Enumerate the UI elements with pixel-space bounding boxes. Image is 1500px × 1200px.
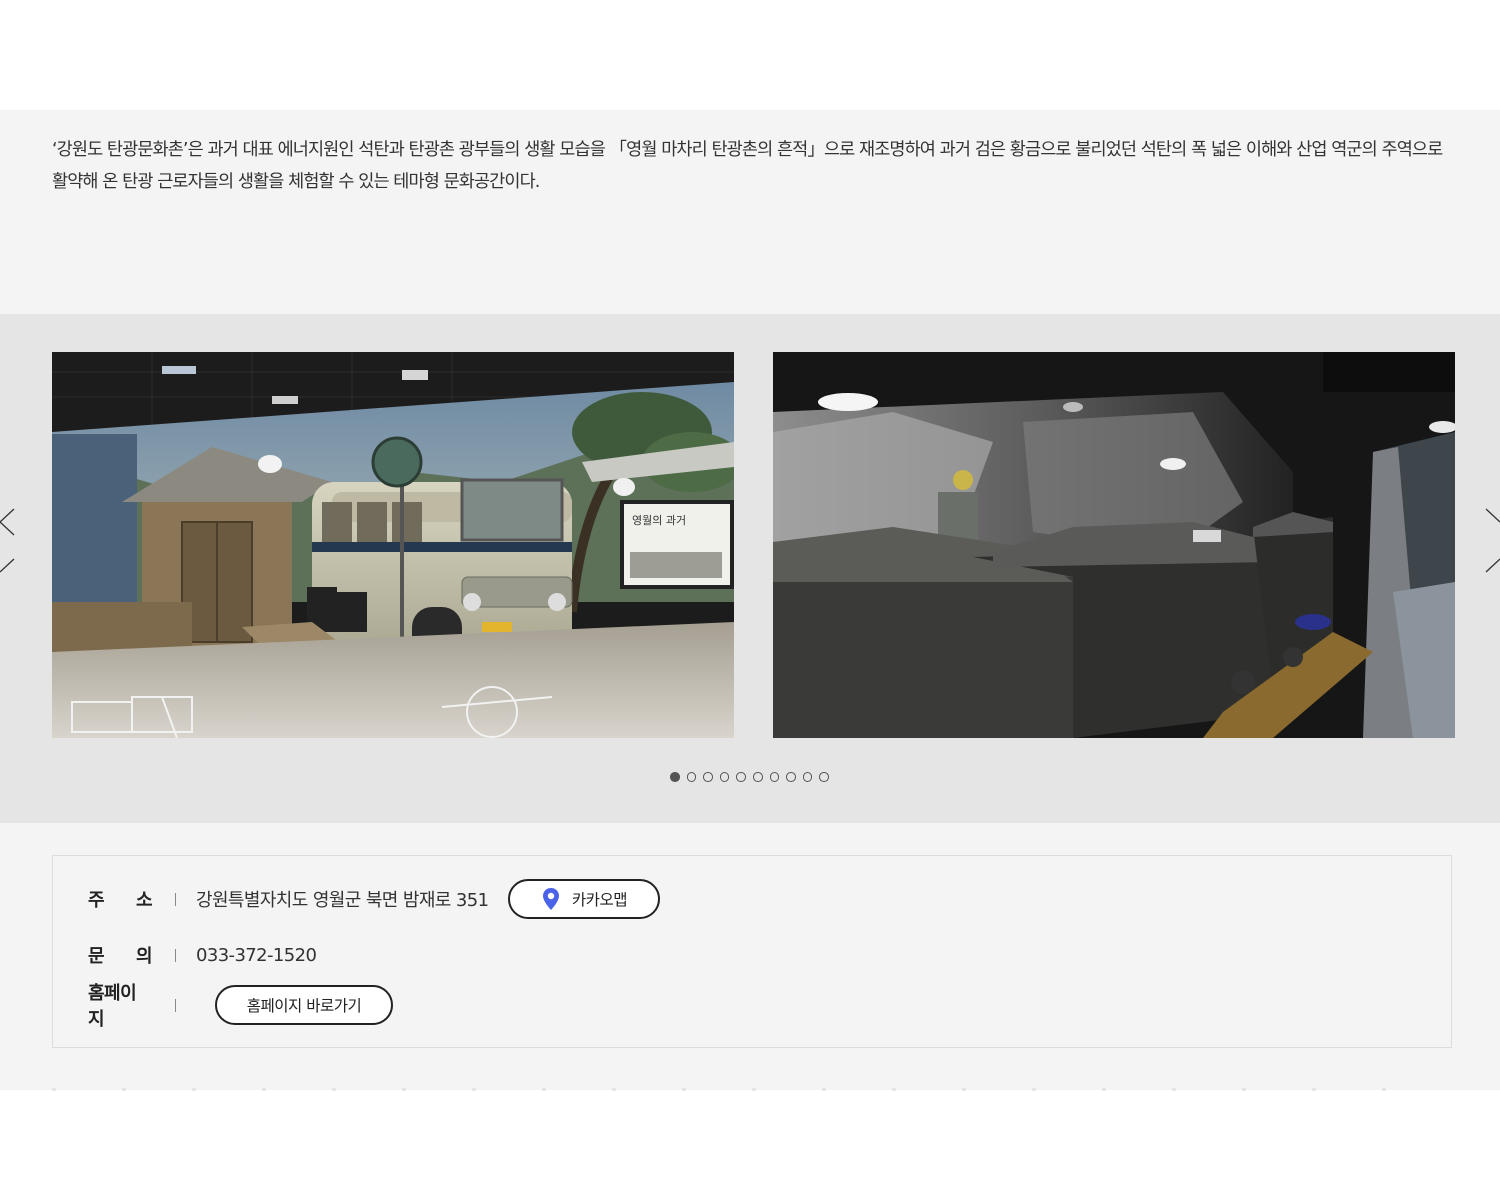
contact-phone: 033-372-1520 xyxy=(196,944,317,966)
kakao-map-label: 카카오맵 xyxy=(571,891,628,909)
chevron-left-icon xyxy=(0,508,15,573)
label-divider xyxy=(175,998,176,1012)
address-value: 강원특별자치도 영월군 북면 밤재로 351 xyxy=(196,890,489,911)
homepage-row: 홈페이지 홈페이지 바로가기 xyxy=(88,979,393,1031)
bus-stop-exhibit-image: 영월의 과거 xyxy=(52,352,734,738)
homepage-label: 홈페이지 xyxy=(88,983,137,1030)
slide-pagination xyxy=(0,772,1500,784)
pagination-dot[interactable] xyxy=(670,772,680,782)
photo-gallery: 영월의 과거 xyxy=(0,314,1500,823)
pagination-dot[interactable] xyxy=(719,772,730,782)
gallery-slide-coal-carts[interactable] xyxy=(773,352,1455,738)
pagination-dot[interactable] xyxy=(736,772,746,782)
pagination-dot[interactable] xyxy=(819,772,829,782)
info-board-title: 영월의 과거 xyxy=(632,514,686,527)
info-section: 주 소 강원특별자치도 영월군 북면 밤재로 351 카카오맵 문 의 033-… xyxy=(0,823,1500,1090)
label-divider xyxy=(175,948,176,962)
info-box: 주 소 강원특별자치도 영월군 북면 밤재로 351 카카오맵 문 의 033-… xyxy=(52,855,1452,1048)
address-label: 주 소 xyxy=(88,890,153,911)
intro-section: ‘강원도 탄광문화촌’은 과거 대표 에너지원인 석탄과 탄광촌 광부들의 생활… xyxy=(0,110,1500,314)
coal-cart-exhibit-image xyxy=(773,352,1455,738)
pagination-dot[interactable] xyxy=(753,772,763,782)
contact-label: 문 의 xyxy=(88,946,153,967)
next-slide-button[interactable] xyxy=(1484,504,1500,584)
section-divider xyxy=(52,1088,1448,1091)
pagination-dot[interactable] xyxy=(802,772,813,782)
gallery-slide-bus-stop[interactable]: 영월의 과거 xyxy=(52,352,734,738)
pagination-dot[interactable] xyxy=(686,772,697,782)
pagination-dot[interactable] xyxy=(769,772,780,782)
contact-row: 문 의 033-372-1520 xyxy=(88,942,317,968)
kakao-map-button[interactable]: 카카오맵 xyxy=(508,879,661,919)
label-divider xyxy=(175,892,176,906)
prev-slide-button[interactable] xyxy=(0,504,16,584)
map-pin-icon xyxy=(542,888,559,910)
address-row: 주 소 강원특별자치도 영월군 북면 밤재로 351 카카오맵 xyxy=(88,879,661,919)
pagination-dot[interactable] xyxy=(786,772,796,782)
intro-text: ‘강원도 탄광문화촌’은 과거 대표 에너지원인 석탄과 탄광촌 광부들의 생활… xyxy=(52,140,1443,192)
chevron-right-icon xyxy=(1485,508,1500,573)
homepage-link-button[interactable]: 홈페이지 바로가기 xyxy=(215,985,393,1025)
pagination-dot[interactable] xyxy=(703,772,713,782)
